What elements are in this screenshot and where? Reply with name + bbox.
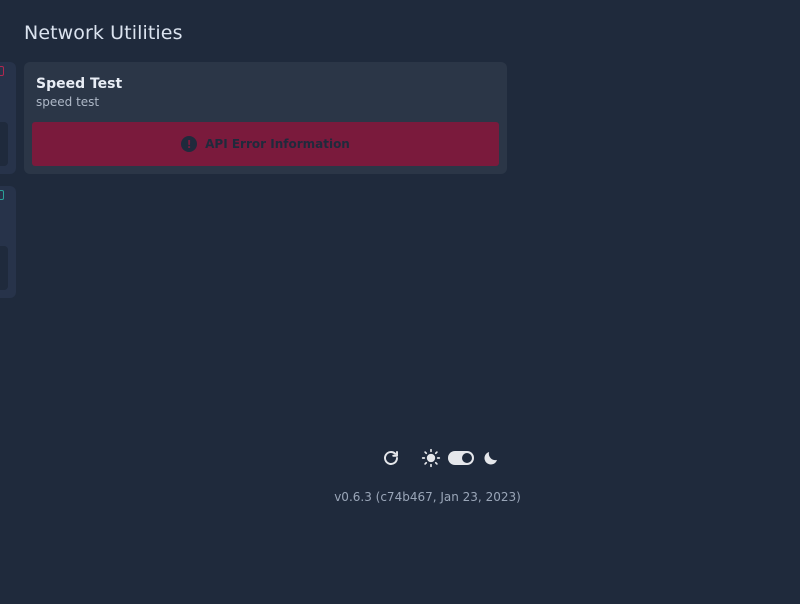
speed-test-card: Speed Test speed test ! API Error Inform… [24,62,507,174]
refresh-icon[interactable] [380,447,402,469]
partial-card-left-top[interactable] [0,62,16,174]
error-icon: ! [181,136,198,152]
card-subtitle: speed test [36,95,100,109]
partial-card-body [0,122,8,166]
section-title: Network Utilities [24,22,183,44]
card-title: Speed Test [36,76,123,92]
partial-card-left-bottom[interactable] [0,186,16,298]
api-error-label: API Error Information [205,137,350,151]
toggle-knob [462,453,472,463]
theme-toggle-switch[interactable] [448,451,474,465]
status-badge [0,66,4,76]
footer-controls [380,446,502,470]
status-badge [0,190,4,200]
page: Network Utilities Speed Test speed test … [0,0,800,604]
api-error-button[interactable]: ! API Error Information [32,122,499,166]
moon-icon[interactable] [480,447,502,469]
version-label: v0.6.3 (c74b467, Jan 23, 2023) [334,490,521,504]
partial-card-body [0,246,8,290]
sun-icon[interactable] [420,447,442,469]
